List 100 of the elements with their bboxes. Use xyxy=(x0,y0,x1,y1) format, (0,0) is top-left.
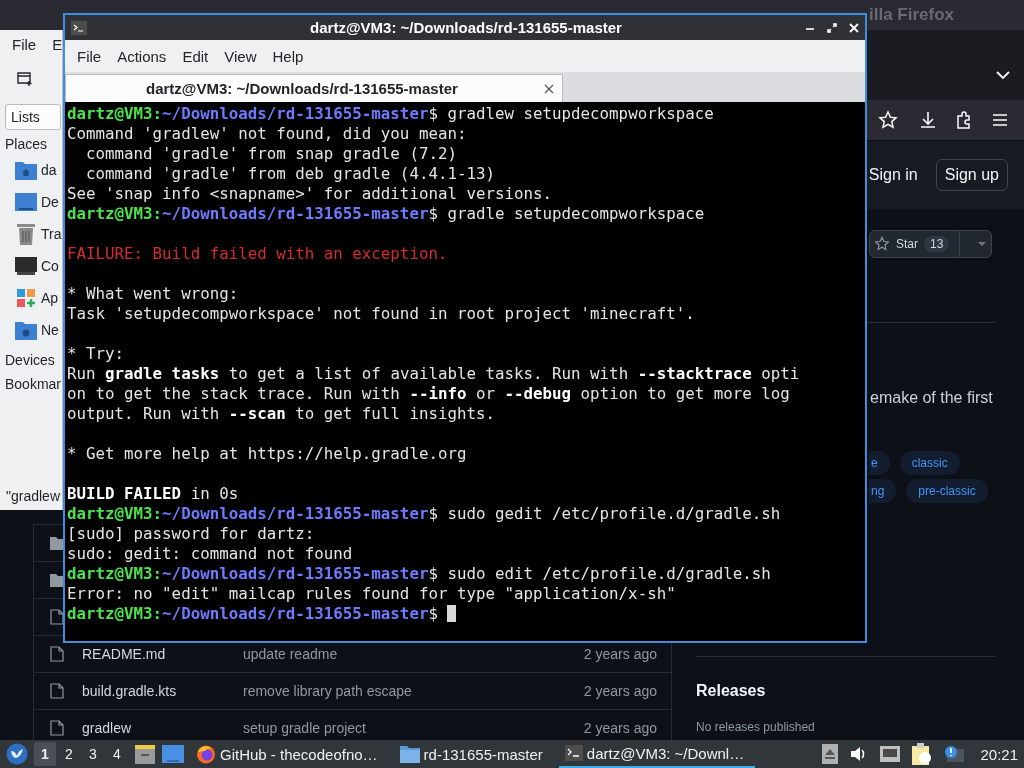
releases-heading: Releases xyxy=(696,682,767,700)
star-label: Star xyxy=(896,237,918,251)
output-line: on to get the stack trace. Run with --info or --debug option to get more log xyxy=(67,384,791,404)
menu-item[interactable]: Edit xyxy=(174,47,217,65)
clipboard-icon[interactable] xyxy=(912,743,933,765)
status-bar-text: "gradlew xyxy=(5,488,60,506)
output-line: Error: no "edit" mailcap rules found for type "application/x-sh" xyxy=(67,584,677,604)
output-line: * What went wrong: xyxy=(67,284,240,304)
view-select[interactable]: Lists xyxy=(5,104,61,130)
star-icon[interactable] xyxy=(878,110,898,130)
error-line: FAILURE: Build failed with an exception. xyxy=(67,244,449,264)
output-line: Command 'gradlew' not found, did you mean: xyxy=(67,124,468,144)
menu-item[interactable]: File xyxy=(12,36,37,54)
output-line: * Get more help at https://help.gradle.org xyxy=(67,444,468,464)
status-line: BUILD FAILED in 0s xyxy=(67,484,240,504)
prompt-line: dartz@VM3:~/Downloads/rd-131655-master$ sudo gedit /etc/profile.d/gradle.sh xyxy=(67,504,782,524)
close-icon[interactable] xyxy=(544,83,554,94)
terminal-tab[interactable]: dartz@VM3: ~/Downloads/rd-131655-master xyxy=(65,74,563,102)
file-icon xyxy=(50,720,64,736)
output-line: * Try: xyxy=(67,344,126,364)
workspace-button[interactable]: 4 xyxy=(106,742,128,766)
topic-tag[interactable]: classic xyxy=(899,451,960,475)
notification-icon[interactable] xyxy=(944,745,965,763)
download-icon[interactable] xyxy=(918,110,938,130)
trash-icon xyxy=(15,223,37,245)
chevron-down-icon[interactable] xyxy=(996,70,1010,80)
start-menu-icon[interactable] xyxy=(6,743,28,765)
file-name-link[interactable]: README.md xyxy=(82,646,166,662)
taskbar-window-button[interactable]: rd-131655-master xyxy=(393,740,553,768)
file-cabinet-icon[interactable] xyxy=(134,743,156,765)
prompt-line: dartz@VM3:~/Downloads/rd-131655-master$ sudo edit /etc/profile.d/gradle.sh xyxy=(67,564,772,584)
workspace-button[interactable]: 3 xyxy=(82,742,104,766)
topic-tag[interactable]: ng xyxy=(869,479,897,503)
file-icon xyxy=(50,683,64,699)
network-folder-icon xyxy=(15,320,37,340)
topic-tag[interactable]: e xyxy=(869,451,890,475)
commit-message: setup gradle project xyxy=(243,720,366,736)
prompt-line: dartz@VM3:~/Downloads/rd-131655-master$ gradle setupdecompworkspace xyxy=(67,204,706,224)
file-name-link[interactable]: gradlew xyxy=(82,720,132,736)
file-icon xyxy=(50,609,64,625)
output-line: sudo: gedit: command not found xyxy=(67,544,354,564)
commit-message: remove library path escape xyxy=(243,683,412,699)
star-icon xyxy=(874,236,890,252)
menu-item[interactable]: View xyxy=(216,47,265,65)
output-line: output. Run with --scan to get full insights. xyxy=(67,404,496,424)
firefox-icon xyxy=(196,744,216,764)
topic-tag[interactable]: pre-classic xyxy=(906,479,988,503)
network-icon[interactable] xyxy=(880,746,901,762)
computer-icon xyxy=(15,256,37,276)
window-title: dartz@VM3: ~/Downloads/rd-131655-master xyxy=(309,19,623,36)
terminal-icon xyxy=(71,20,87,35)
new-tab-icon[interactable] xyxy=(16,69,34,87)
output-line: command 'gradle' from deb gradle (4.4.1-13) xyxy=(85,164,496,184)
prompt-line: dartz@VM3:~/Downloads/rd-131655-master$ xyxy=(67,604,865,624)
applications-icon xyxy=(15,288,37,308)
prompt-line: dartz@VM3:~/Downloads/rd-131655-master$ gradlew setupdecompworkspace xyxy=(67,104,715,124)
section-heading: Devices xyxy=(5,352,55,370)
taskbar-window-button[interactable]: dartz@VM3: ~/Downl… xyxy=(558,740,755,768)
about-text: emake of the first xyxy=(870,389,993,407)
output-line: See 'snap info <snapname>' for additional versions. xyxy=(67,184,554,204)
desktop-icon xyxy=(15,192,37,212)
home-folder-icon xyxy=(15,160,37,180)
commit-age: 2 years ago xyxy=(583,646,657,662)
menu-item[interactable]: E xyxy=(52,36,62,54)
terminal-icon xyxy=(564,745,583,761)
output-line: Task 'setupdecompworkspace' not found in root project 'minecraft'. xyxy=(67,304,696,324)
commit-age: 2 years ago xyxy=(583,720,657,736)
star-button[interactable]: Star 13 xyxy=(869,230,992,258)
section-heading: Bookmar xyxy=(5,376,62,394)
releases-empty-text: No releases published xyxy=(696,720,815,734)
sign-in-link[interactable]: Sign in xyxy=(868,166,918,184)
output-line: [sudo] password for dartz: xyxy=(67,524,316,544)
folder-icon xyxy=(399,745,420,763)
menu-item[interactable]: Help xyxy=(264,47,312,65)
caret-icon xyxy=(978,241,987,247)
commit-age: 2 years ago xyxy=(583,683,657,699)
file-icon xyxy=(50,646,64,662)
place-item[interactable]: De xyxy=(5,186,59,218)
workspace-button[interactable]: 2 xyxy=(58,742,80,766)
file-name-link[interactable]: build.gradle.kts xyxy=(82,683,177,699)
commit-message: update readme xyxy=(243,646,338,662)
sign-up-button[interactable]: Sign up xyxy=(935,159,1008,191)
menu-item[interactable]: Actions xyxy=(109,47,175,65)
window-icon[interactable] xyxy=(162,744,184,764)
workspace-button[interactable]: 1 xyxy=(34,742,56,766)
star-count: 13 xyxy=(924,236,950,252)
window-title: illa Firefox xyxy=(868,5,954,25)
section-heading: Places xyxy=(5,136,48,154)
place-item[interactable]: Co xyxy=(5,250,59,282)
output-line: command 'gradle' from snap gradle (7.2) xyxy=(85,144,458,164)
place-item[interactable]: Ne xyxy=(5,314,59,346)
clock: 20:21 xyxy=(980,745,1018,763)
place-item[interactable]: Ap xyxy=(5,282,59,314)
taskbar-window-button[interactable]: GitHub - thecodeofno… xyxy=(190,740,388,768)
place-item[interactable]: da xyxy=(5,154,57,186)
maximize-icon[interactable] xyxy=(827,22,837,33)
place-item[interactable]: Tra xyxy=(5,218,62,250)
eject-icon[interactable] xyxy=(822,744,839,764)
menu-item[interactable]: File xyxy=(69,47,110,65)
output-line: Run gradle tasks to get a list of available tasks. Run with --stacktrace opti xyxy=(67,364,801,384)
